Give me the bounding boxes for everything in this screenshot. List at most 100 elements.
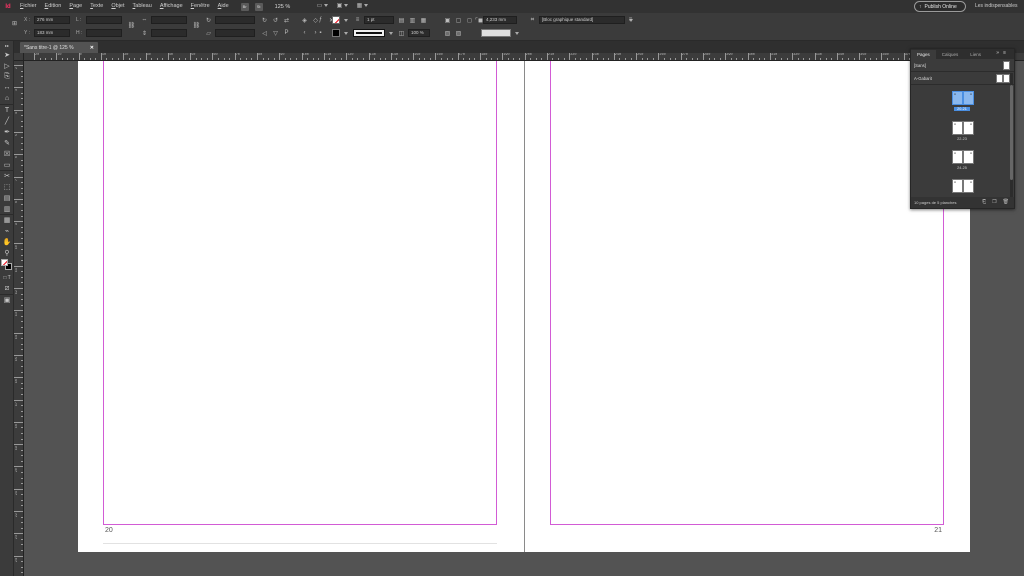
stock-button[interactable]: St xyxy=(254,2,263,11)
new-page-icon[interactable]: ❐ xyxy=(992,199,996,205)
hand-tool-icon[interactable]: ✋ xyxy=(0,236,14,247)
screen-mode-icon[interactable]: ▣ xyxy=(337,3,351,10)
gradient-swatch-tool-icon[interactable]: ▤ xyxy=(0,192,14,203)
rotate-ccw-icon[interactable]: ↺ xyxy=(271,16,280,25)
flip-horizontal-icon[interactable]: ⇄ xyxy=(282,16,291,25)
rotate-field[interactable] xyxy=(215,16,255,24)
publish-online-button[interactable]: ↑ Publish Online xyxy=(914,1,966,12)
direct-selection-tool-icon[interactable]: ▷ xyxy=(0,60,14,71)
selection-tool-icon[interactable]: ➤ xyxy=(0,49,14,60)
opacity-field[interactable]: 100 % xyxy=(408,29,430,37)
pages-scrollbar[interactable] xyxy=(1010,73,1013,198)
free-transform-tool-icon[interactable]: ⬚ xyxy=(0,181,14,192)
close-icon[interactable]: ✕ xyxy=(90,45,94,51)
spread-thumbnail[interactable]: A A xyxy=(952,91,974,105)
page-right[interactable]: 21 xyxy=(524,61,970,552)
corner-shape-selector[interactable] xyxy=(481,29,511,37)
note-tool-icon[interactable]: ▦ xyxy=(0,214,14,225)
page-tool-icon[interactable]: ⎘ xyxy=(0,71,14,82)
content-collector-icon[interactable]: ⌂ xyxy=(0,93,14,104)
menu-aide[interactable]: Aide xyxy=(214,0,233,13)
menu-page[interactable]: Page xyxy=(65,0,86,13)
page-left[interactable]: 20 xyxy=(78,61,524,552)
page-thumbnail[interactable]: A xyxy=(963,150,974,164)
spread-thumbnail[interactable]: A A xyxy=(952,179,974,193)
drop-shadow-icon[interactable]: ▪ xyxy=(316,29,325,38)
page-thumbnail[interactable]: A xyxy=(952,150,963,164)
tab-pages[interactable]: Pages xyxy=(911,50,936,59)
flip-v-icon[interactable]: ▽ xyxy=(271,29,280,38)
page-thumbnail[interactable]: A xyxy=(952,121,963,135)
ruler-origin[interactable] xyxy=(14,53,24,61)
zoom-tool-icon[interactable]: ⚲ xyxy=(0,247,14,258)
tab-calques[interactable]: Calques xyxy=(936,50,965,59)
fit-frame-icon[interactable]: ▢ xyxy=(454,16,463,25)
fx-icon[interactable]: ƒ xyxy=(316,16,325,25)
object-style-selector[interactable]: [Bloc graphique standard] xyxy=(539,16,625,24)
scrollbar-thumb[interactable] xyxy=(1010,85,1013,180)
fill-swatch[interactable] xyxy=(332,16,340,24)
constrain-proportions-icon[interactable]: ⛓ xyxy=(127,21,136,30)
view-options-icon[interactable]: ▭ xyxy=(317,3,331,10)
bridge-button[interactable]: Br xyxy=(240,2,249,11)
tools-collapse-icon[interactable]: ▸▸ xyxy=(0,41,14,49)
gradient-feather-tool-icon[interactable]: ▥ xyxy=(0,203,14,214)
workspace-switcher[interactable]: Les indispensables xyxy=(975,3,1018,9)
wrap-icon[interactable]: ▤ xyxy=(397,16,406,25)
page-thumbnail[interactable]: A xyxy=(952,179,963,193)
delete-page-icon[interactable]: 🗑 xyxy=(1003,199,1009,205)
horizontal-ruler[interactable]: 20 10 0 10 20 30 40 50 60 70 80 90 100 110 120 130 140 15… xyxy=(24,53,1024,61)
rotate-cw-icon[interactable]: ↻ xyxy=(260,16,269,25)
menu-tableau[interactable]: Tableau xyxy=(129,0,156,13)
corner-size-field[interactable]: 4,233 mm xyxy=(483,16,517,24)
menu-edition[interactable]: Edition xyxy=(41,0,66,13)
scissors-tool-icon[interactable]: ✂ xyxy=(0,170,14,181)
eyedropper-tool-icon[interactable]: ⌁ xyxy=(0,225,14,236)
menu-objet[interactable]: Objet xyxy=(107,0,128,13)
reference-point-icon[interactable]: ⊞ xyxy=(10,19,19,28)
formatting-affects-icon[interactable]: □ T xyxy=(0,272,14,283)
master-none-row[interactable]: [Sans] xyxy=(911,59,1014,72)
pencil-tool-icon[interactable]: ✎ xyxy=(0,137,14,148)
menu-texte[interactable]: Texte xyxy=(86,0,107,13)
width-field[interactable] xyxy=(86,16,122,24)
arrange-documents-icon[interactable]: ▦ xyxy=(357,3,371,10)
panel-menu-icon[interactable]: »≡ xyxy=(996,50,1010,56)
menu-fichier[interactable]: Fichier xyxy=(16,0,41,13)
menu-fenetre[interactable]: Fenêtre xyxy=(187,0,214,13)
rectangle-tool-icon[interactable]: ▭ xyxy=(0,159,14,170)
frame-fit-icon[interactable]: ▥ xyxy=(408,16,417,25)
stroke-type-selector[interactable] xyxy=(353,29,385,37)
align-icon[interactable]: ▦ xyxy=(419,16,428,25)
x-field[interactable]: 276 mm xyxy=(34,16,70,24)
edit-page-size-icon[interactable]: ⎗ xyxy=(982,199,986,205)
page-thumbnail[interactable]: A xyxy=(963,91,974,105)
text-path-icon[interactable]: P xyxy=(282,29,291,38)
stroke-weight-field[interactable]: 1 pt xyxy=(364,16,394,24)
scale-x-field[interactable] xyxy=(151,16,187,24)
scale-y-field[interactable] xyxy=(151,29,187,37)
select-previous-icon[interactable]: ‹ xyxy=(300,29,309,38)
spread-thumbnail[interactable]: A A xyxy=(952,150,974,164)
page-thumbnail[interactable]: A xyxy=(963,179,974,193)
apply-none-icon[interactable]: ⧄ xyxy=(0,283,14,294)
gap-tool-icon[interactable]: ↔ xyxy=(0,82,14,93)
fit-content-icon[interactable]: ▣ xyxy=(443,16,452,25)
line-tool-icon[interactable]: ╱ xyxy=(0,115,14,126)
fill-stroke-swatches[interactable] xyxy=(0,258,14,272)
stroke-swatch[interactable] xyxy=(332,29,340,37)
zoom-level[interactable]: 125 % xyxy=(275,4,311,10)
type-tool-icon[interactable]: T xyxy=(0,104,14,115)
vertical-ruler[interactable]: 2 3 4 5 6 7 8 9 10 11 12 13 14 15 16 17 18 19 20 21 22 23 24 xyxy=(14,61,24,576)
page-thumbnail[interactable]: A xyxy=(952,91,963,105)
flip-h-icon[interactable]: ◁ xyxy=(260,29,269,38)
master-a-row[interactable]: A-Gabarit xyxy=(911,72,1014,85)
fit-proportional-icon[interactable]: ▨ xyxy=(454,29,463,38)
pen-tool-icon[interactable]: ✒ xyxy=(0,126,14,137)
screen-mode-tool-icon[interactable]: ▣ xyxy=(0,294,14,305)
shear-field[interactable] xyxy=(215,29,255,37)
document-canvas[interactable]: 20 21 xyxy=(24,61,1024,576)
auto-fit-icon[interactable]: ▧ xyxy=(443,29,452,38)
fill-color-swatch[interactable] xyxy=(1,259,8,266)
y-field[interactable]: 183 mm xyxy=(34,29,70,37)
